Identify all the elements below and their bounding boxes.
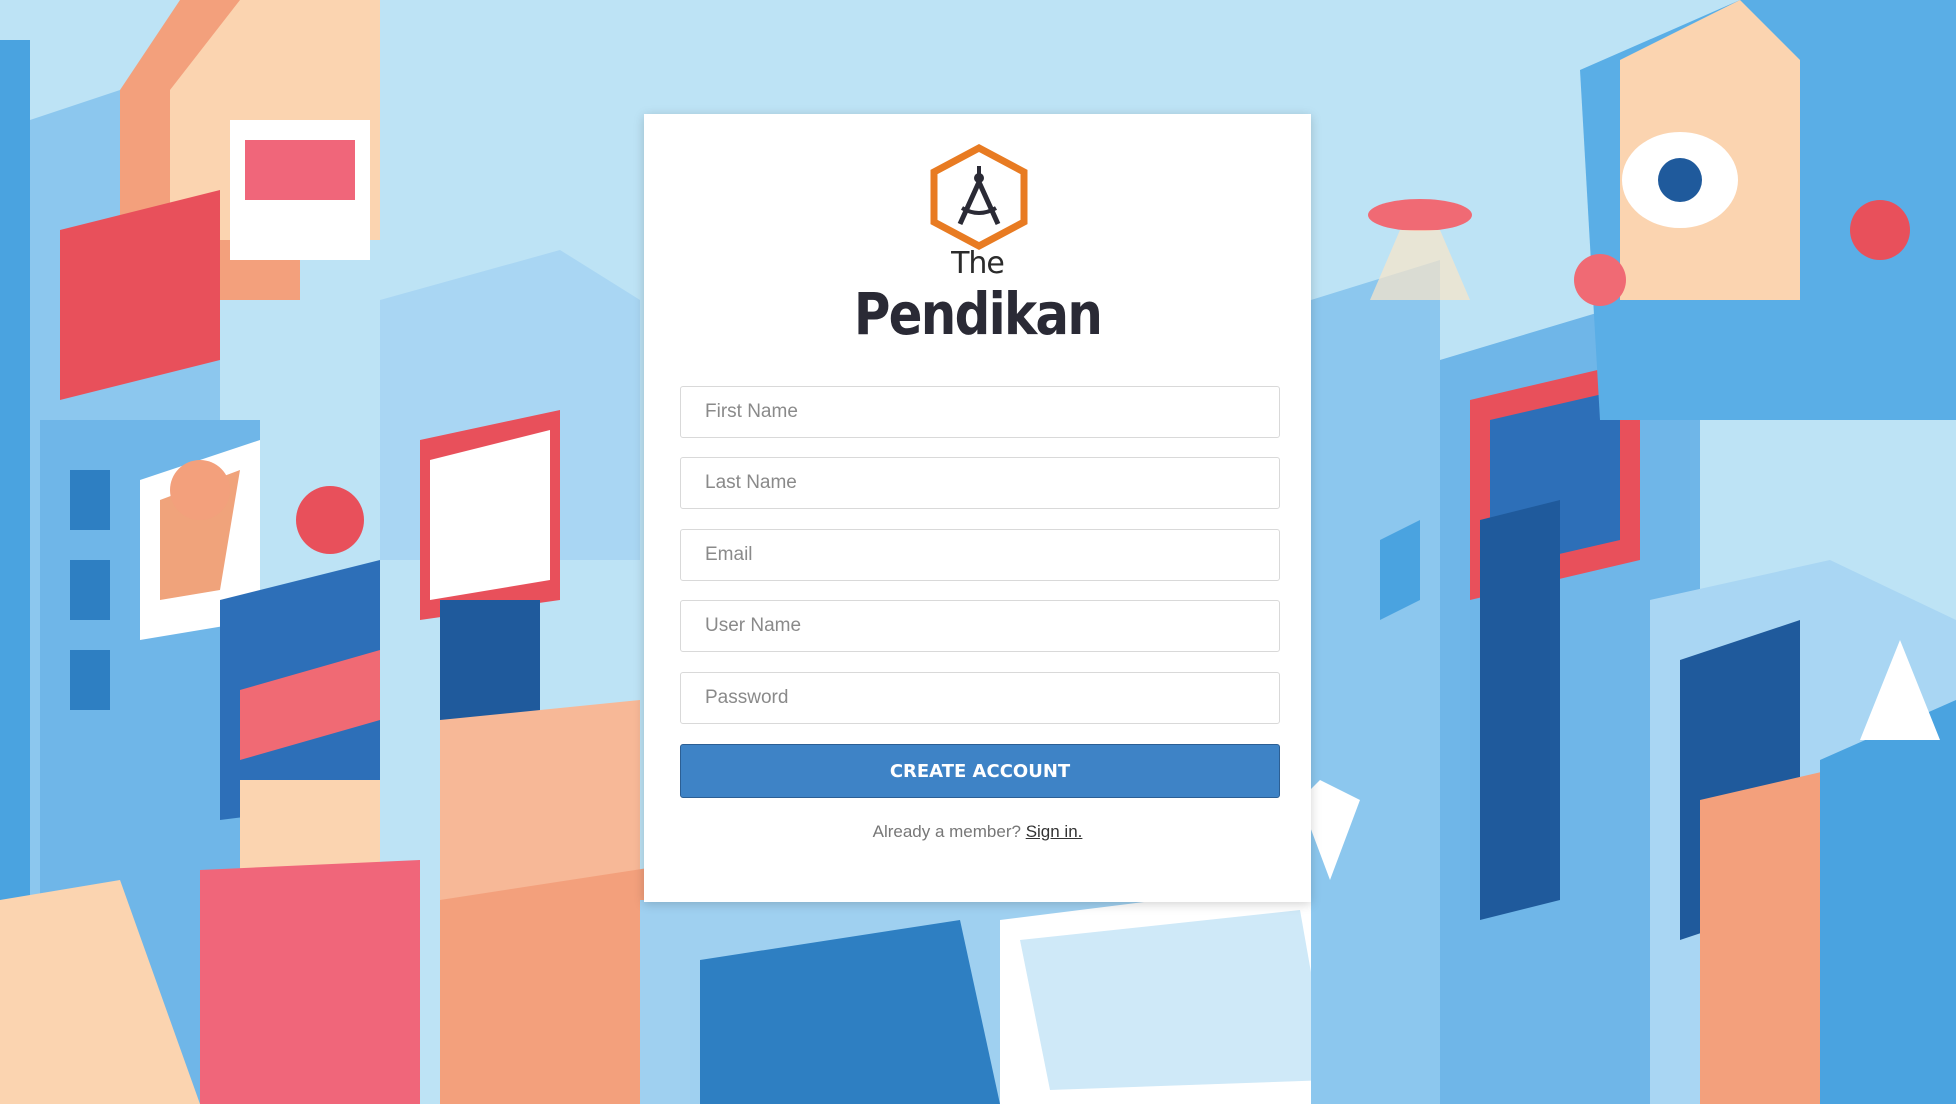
password-input[interactable] <box>680 672 1280 724</box>
create-account-button[interactable]: CREATE ACCOUNT <box>680 744 1280 798</box>
signin-link[interactable]: Sign in. <box>1026 822 1083 841</box>
signup-card: The Pendikan CREATE ACCOUNT Already a me… <box>644 114 1311 902</box>
first-name-input[interactable] <box>680 386 1280 438</box>
email-input[interactable] <box>680 529 1280 581</box>
signin-prompt: Already a member? Sign in. <box>644 822 1311 842</box>
compass-hexagon-icon <box>930 144 1028 250</box>
member-prompt-text: Already a member? <box>872 822 1021 841</box>
username-input[interactable] <box>680 600 1280 652</box>
brand-the: The <box>951 246 1005 281</box>
brand-name: Pendikan <box>853 280 1103 348</box>
last-name-input[interactable] <box>680 457 1280 509</box>
